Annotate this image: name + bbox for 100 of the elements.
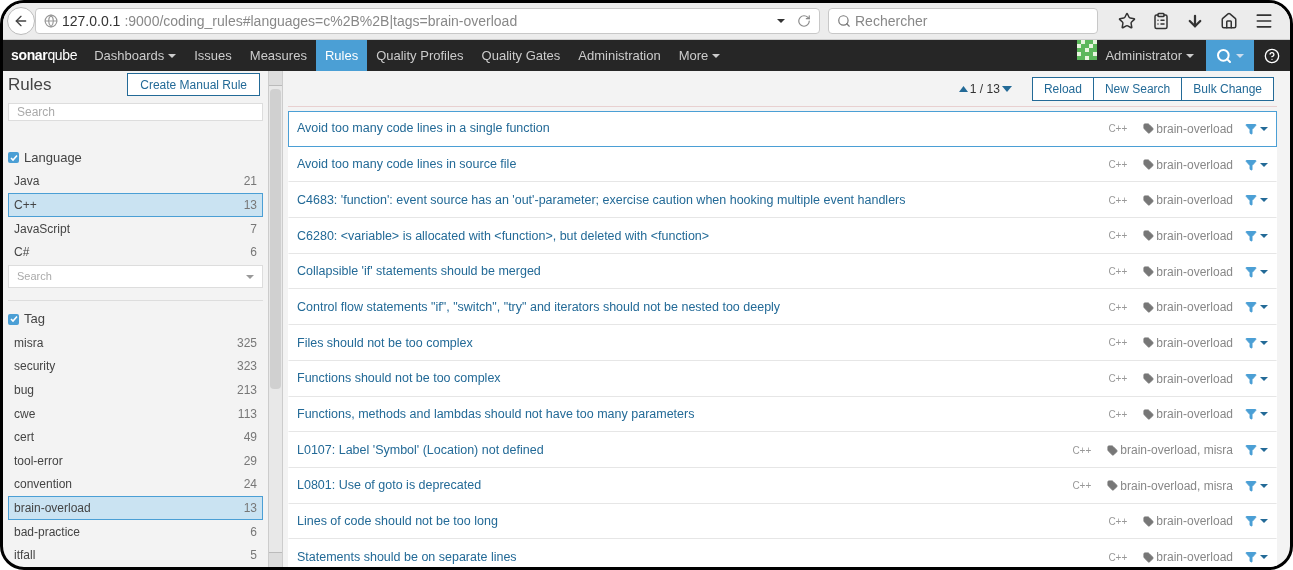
facet-checkbox[interactable]	[8, 313, 19, 325]
nav-item[interactable]: Administration	[569, 40, 670, 71]
rule-title[interactable]: Functions should not be too complex	[297, 369, 1109, 389]
filter-button[interactable]	[1245, 515, 1268, 528]
nav-item[interactable]: Quality Profiles	[367, 40, 473, 71]
facet-item[interactable]: C# 6	[8, 240, 263, 265]
filter-button[interactable]	[1245, 444, 1268, 457]
nav-item[interactable]: Issues	[185, 40, 241, 71]
facet-count: 21	[243, 173, 257, 191]
rule-title[interactable]: Avoid too many code lines in source file	[297, 155, 1109, 174]
home-icon[interactable]	[1220, 12, 1238, 30]
star-icon[interactable]	[1118, 12, 1136, 30]
rule-row[interactable]: Avoid too many code lines in a single function C++ brain-overload	[288, 111, 1277, 147]
nav-item[interactable]: Measures	[240, 40, 316, 71]
rule-title[interactable]: L0107: Label 'Symbol' (Location) not defined	[297, 440, 1073, 460]
rule-title[interactable]: Statements should be on separate lines	[297, 547, 1109, 567]
toolbar-button[interactable]: Bulk Change	[1181, 76, 1274, 101]
facet-item[interactable]: cwe 113	[8, 401, 263, 426]
toolbar-button[interactable]: Reload	[1031, 76, 1094, 101]
facet-item[interactable]: bad-practice 6	[8, 519, 263, 544]
rule-tags: brain-overload	[1156, 369, 1233, 388]
rule-row[interactable]: C4683: 'function': event source has an 'out'-parameter; exercise caution when hooking multiple event handlers C++ brain-overload	[288, 182, 1277, 219]
logo[interactable]: sonarqube	[3, 40, 86, 71]
facet-item[interactable]: itfall 5	[8, 543, 263, 567]
rule-title[interactable]: Lines of code should not be too long	[297, 512, 1109, 531]
nav-item[interactable]: Quality Gates	[472, 40, 570, 71]
facet-title: Language	[24, 148, 82, 167]
rule-row[interactable]: L0107: Label 'Symbol' (Location) not defined C++ brain-overload, misra	[288, 432, 1277, 468]
facet-item[interactable]: cert 49	[8, 425, 263, 450]
filter-button[interactable]	[1245, 408, 1268, 421]
clipboard-icon[interactable]	[1152, 12, 1170, 30]
menu-icon[interactable]	[1254, 11, 1274, 31]
rule-title[interactable]: Files should not be too complex	[297, 333, 1109, 353]
filter-button[interactable]	[1245, 194, 1268, 207]
download-icon[interactable]	[1186, 12, 1204, 30]
rule-title[interactable]: C4683: 'function': event source has an 'out'-parameter; exercise caution when hooking multiple event handlers	[297, 190, 1109, 210]
facet-label: security	[14, 358, 56, 376]
nav-item[interactable]: Dashboards	[85, 40, 186, 71]
help-icon[interactable]	[1264, 47, 1280, 64]
rule-row[interactable]: L0801: Use of goto is deprecated C++ brain-overload, misra	[288, 467, 1277, 504]
facet-item[interactable]: convention 24	[8, 472, 263, 497]
rule-row[interactable]: Functions, methods and lambdas should not have too many parameters C++ brain-overload	[288, 396, 1277, 433]
caret-icon	[1260, 305, 1268, 310]
filter-button[interactable]	[1245, 265, 1268, 278]
browser-search-input[interactable]: Rechercher	[855, 10, 1089, 32]
scrollbar[interactable]	[268, 71, 283, 567]
filter-button[interactable]	[1245, 336, 1268, 349]
filter-button[interactable]	[1245, 551, 1268, 564]
caret-icon	[1260, 483, 1268, 488]
facet-search-field[interactable]: Search	[8, 265, 263, 289]
facet-count: 29	[243, 452, 257, 470]
filter-button[interactable]	[1245, 301, 1268, 314]
previous-icon[interactable]	[958, 85, 968, 92]
facet-label: convention	[14, 476, 73, 494]
rule-title[interactable]: Collapsible 'if' statements should be merged	[297, 262, 1109, 281]
facet-item[interactable]: security 323	[8, 354, 263, 379]
rule-row[interactable]: Statements should be on separate lines C++ brain-overload	[288, 539, 1277, 567]
filter-icon	[1245, 479, 1257, 492]
nav-item[interactable]: More	[669, 40, 730, 71]
create-manual-rule-button[interactable]: Create Manual Rule	[127, 73, 260, 97]
rule-row[interactable]: Lines of code should not be too long C++ brain-overload	[288, 503, 1277, 540]
filter-button[interactable]	[1245, 229, 1268, 242]
user-menu[interactable]: Administrator	[1101, 40, 1198, 71]
filter-button[interactable]	[1245, 158, 1268, 171]
rule-row[interactable]: C6280: <variable> is allocated with <function>, but deleted with <function> C++ brain-overload	[288, 218, 1277, 254]
facet-checkbox[interactable]	[8, 152, 19, 164]
facet-item[interactable]: tool-error 29	[8, 449, 263, 473]
facet-search-input[interactable]: Search	[17, 268, 246, 285]
rule-row[interactable]: Functions should not be too complex C++ brain-overload	[288, 360, 1277, 397]
rule-title[interactable]: L0801: Use of goto is deprecated	[297, 476, 1073, 496]
rule-title[interactable]: Avoid too many code lines in a single function	[297, 119, 1109, 139]
facet-item[interactable]: C++ 13	[8, 193, 263, 217]
reload-icon[interactable]	[797, 14, 811, 28]
browser-search-field[interactable]: Rechercher	[828, 8, 1098, 34]
facet-count: 6	[250, 523, 257, 541]
rule-title[interactable]: Functions, methods and lambdas should not have too many parameters	[297, 404, 1109, 424]
facet-item[interactable]: JavaScript 7	[8, 216, 263, 241]
rule-row[interactable]: Avoid too many code lines in source file C++ brain-overload	[288, 146, 1277, 183]
tag-icon	[1143, 408, 1155, 420]
filter-button[interactable]	[1245, 372, 1268, 385]
rule-title[interactable]: C6280: <variable> is allocated with <function>, but deleted with <function>	[297, 226, 1109, 246]
rule-row[interactable]: Files should not be too complex C++ brain-overload	[288, 325, 1277, 361]
toolbar-button[interactable]: New Search	[1092, 76, 1183, 101]
filter-button[interactable]	[1245, 122, 1268, 135]
back-button[interactable]	[7, 7, 35, 35]
rule-row[interactable]: Collapsible 'if' statements should be merged C++ brain-overload	[288, 253, 1277, 290]
address-bar[interactable]: 127.0.0.1 :9000/coding_rules#languages=c%2B%2B|tags=brain-overload	[35, 8, 820, 34]
facet-item[interactable]: misra 325	[8, 331, 263, 355]
facet-item[interactable]: brain-overload 13	[8, 496, 263, 520]
facet-item[interactable]: Java 21	[8, 169, 263, 194]
facet-count: 6	[250, 244, 257, 262]
facet-count: 325	[236, 334, 257, 352]
rule-title[interactable]: Control flow statements "if", "switch", "try" and iterators should not be nested too deeply	[297, 297, 1109, 317]
facet-item[interactable]: bug 213	[8, 378, 263, 402]
rule-row[interactable]: Control flow statements "if", "switch", "try" and iterators should not be nested too deeply C++ brain-overload	[288, 289, 1277, 326]
search-field[interactable]: Search	[8, 102, 263, 121]
search-button[interactable]	[1206, 40, 1254, 71]
filter-button[interactable]	[1245, 479, 1268, 492]
rule-language: C++	[1108, 550, 1128, 565]
next-icon[interactable]	[1001, 85, 1012, 92]
